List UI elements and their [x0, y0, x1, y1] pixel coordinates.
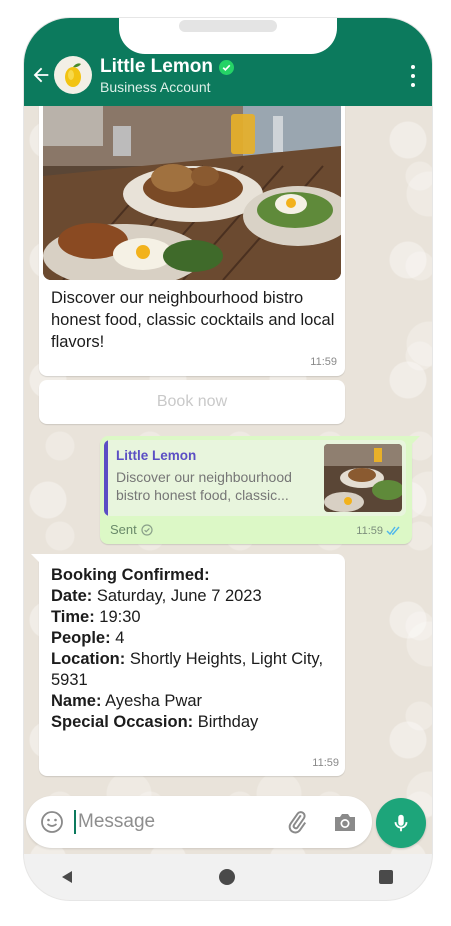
clock-check-icon — [141, 523, 153, 536]
bubble-tail — [31, 554, 41, 564]
message-composer — [26, 796, 372, 848]
more-options-icon[interactable] — [410, 65, 416, 87]
nav-back-icon[interactable] — [60, 870, 74, 884]
booking-occasion: Special Occasion: Birthday — [51, 713, 259, 731]
camera-icon[interactable] — [332, 810, 358, 834]
emoji-icon[interactable] — [40, 810, 64, 834]
quote-bar — [104, 440, 108, 516]
attach-icon[interactable] — [284, 809, 310, 835]
double-check-icon — [386, 526, 400, 536]
mic-button[interactable] — [376, 798, 426, 848]
booking-heading: Booking Confirmed: — [51, 566, 210, 584]
lemon-logo — [65, 63, 81, 87]
promo-message: Discover our neighbourhood bistro honest… — [39, 106, 345, 376]
avatar[interactable] — [54, 56, 92, 94]
booking-people: People: 4 — [51, 629, 125, 647]
message-input[interactable] — [78, 808, 268, 836]
contact-name: Little Lemon — [100, 56, 213, 77]
confirmation-time: 11:59 — [312, 757, 339, 769]
sent-status-label: Sent — [110, 522, 137, 537]
booking-details: Booking Confirmed: Date: Saturday, June … — [51, 565, 341, 733]
food-photo — [43, 106, 341, 280]
sent-message: Little Lemon Discover our neighbourhood … — [100, 436, 420, 544]
contact-name-row[interactable]: Little Lemon — [100, 56, 234, 78]
promo-time: 11:59 — [310, 356, 337, 368]
chat-header: Little Lemon Business Account — [24, 18, 432, 106]
booking-location: Location: Shortly Heights, Light City, 5… — [51, 650, 324, 689]
booking-date: Date: Saturday, June 7 2023 — [51, 587, 262, 605]
booking-name: Name: Ayesha Pwar — [51, 692, 203, 710]
text-cursor — [74, 810, 76, 834]
system-navbar — [24, 854, 432, 900]
confirmation-message: Booking Confirmed: Date: Saturday, June … — [31, 554, 345, 776]
sent-time: 11:59 — [356, 525, 383, 537]
phone-frame: Little Lemon Business Account Discover o… — [24, 18, 432, 900]
verified-icon — [218, 59, 234, 75]
bubble-tail — [410, 436, 420, 446]
sent-status: Sent — [110, 522, 153, 537]
quoted-message[interactable]: Little Lemon Discover our neighbourhood … — [104, 440, 406, 516]
nav-recent-icon[interactable] — [379, 870, 393, 884]
sent-time-row: 11:59 — [356, 525, 402, 537]
booking-time: Time: 19:30 — [51, 608, 141, 626]
quote-thumbnail — [324, 444, 402, 512]
promo-text: Discover our neighbourhood bistro honest… — [51, 289, 335, 351]
contact-subtitle: Business Account — [100, 79, 211, 95]
book-now-button[interactable]: Book now — [39, 380, 345, 424]
quote-sender: Little Lemon — [116, 448, 197, 463]
quote-text: Discover our neighbourhood bistro honest… — [116, 469, 292, 503]
phone-speaker — [179, 20, 277, 32]
back-arrow-icon[interactable] — [30, 64, 52, 86]
mic-icon — [394, 814, 408, 832]
nav-home-icon[interactable] — [219, 869, 235, 885]
